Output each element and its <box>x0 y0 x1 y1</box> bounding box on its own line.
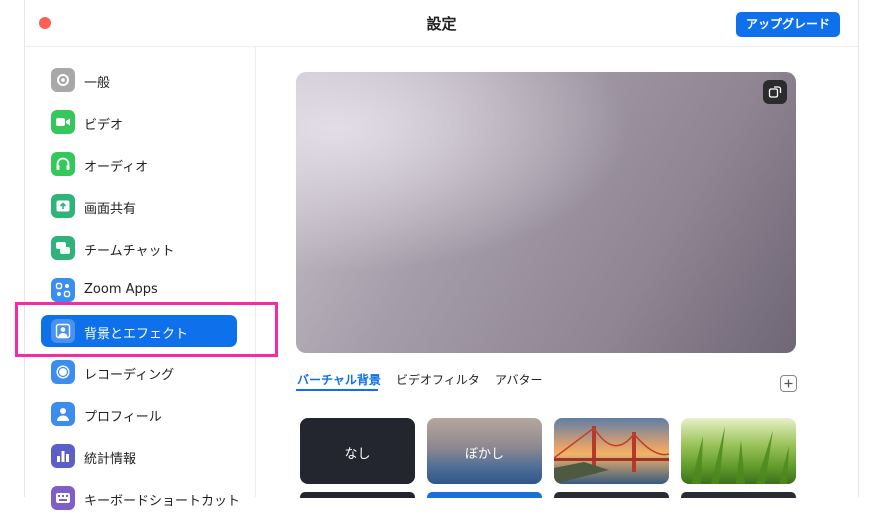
background-option-partial[interactable] <box>681 492 796 498</box>
sidebar-item-recording[interactable]: レコーディング <box>41 356 237 388</box>
window-title: 設定 <box>426 15 457 33</box>
record-icon <box>51 360 75 384</box>
sidebar-item-team-chat[interactable]: チームチャット <box>41 232 237 264</box>
rotate-icon <box>768 86 782 98</box>
background-option-partial[interactable] <box>554 492 669 498</box>
sidebar-item-label: 画面共有 <box>84 202 137 217</box>
tab-video-filters[interactable]: ビデオフィルタ <box>396 371 480 388</box>
sidebar-item-label: レコーディング <box>84 368 175 383</box>
sidebar-item-label: Zoom Apps <box>84 282 158 297</box>
apps-icon <box>51 278 75 302</box>
gear-icon <box>51 68 75 92</box>
tab-avatars[interactable]: アバター <box>495 371 543 388</box>
sidebar-item-statistics[interactable]: 統計情報 <box>41 440 237 472</box>
upgrade-button[interactable]: アップグレード <box>736 12 840 37</box>
video-preview <box>296 72 796 353</box>
sidebar-item-label: キーボードショートカット <box>84 494 241 509</box>
settings-sidebar: 一般 ビデオ オーディオ 画面共有 チームチャット Zoom Apps 背景とエ… <box>25 47 256 510</box>
background-option-blur[interactable]: ぼかし <box>427 418 542 484</box>
profile-icon <box>51 402 75 426</box>
bridge-image <box>554 426 669 484</box>
background-option-partial[interactable] <box>427 492 542 498</box>
share-screen-icon <box>51 194 75 218</box>
active-tab-indicator <box>296 389 378 391</box>
sidebar-item-audio[interactable]: オーディオ <box>41 148 237 180</box>
sidebar-item-label: オーディオ <box>84 160 149 175</box>
video-camera-icon <box>51 110 75 134</box>
background-option-golden-gate[interactable] <box>554 418 669 484</box>
sidebar-item-screen-share[interactable]: 画面共有 <box>41 190 237 222</box>
sidebar-item-label: プロフィール <box>84 410 162 425</box>
sidebar-item-keyboard-shortcuts[interactable]: キーボードショートカット <box>41 482 241 514</box>
sidebar-item-general[interactable]: 一般 <box>41 64 237 96</box>
add-background-button[interactable] <box>780 375 797 392</box>
sidebar-item-label: ビデオ <box>84 118 124 133</box>
grass-image <box>691 426 789 484</box>
background-option-none[interactable]: なし <box>300 418 415 484</box>
background-option-label: なし <box>344 447 371 462</box>
background-option-grass[interactable] <box>681 418 796 484</box>
highlight-box <box>15 302 278 357</box>
title-bar: 設定 アップグレード <box>25 0 858 47</box>
stats-icon <box>51 444 75 468</box>
background-option-label: ぼかし <box>464 447 504 462</box>
sidebar-item-video[interactable]: ビデオ <box>41 106 237 138</box>
plus-icon <box>784 379 793 388</box>
background-option-partial[interactable] <box>300 492 415 498</box>
sidebar-item-label: チームチャット <box>84 244 175 259</box>
sidebar-item-label: 一般 <box>84 76 111 91</box>
sidebar-item-profile[interactable]: プロフィール <box>41 398 237 430</box>
tab-virtual-background[interactable]: バーチャル背景 <box>297 371 381 388</box>
headphones-icon <box>51 152 75 176</box>
rotate-camera-button[interactable] <box>763 80 787 104</box>
sidebar-item-label: 統計情報 <box>84 452 137 467</box>
chat-icon <box>51 236 75 260</box>
keyboard-icon <box>51 486 75 510</box>
